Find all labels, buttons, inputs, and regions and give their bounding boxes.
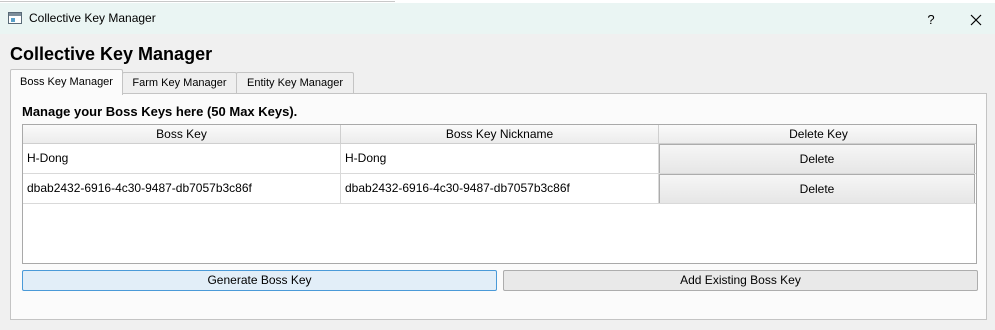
tab-boss-key-manager[interactable]: Boss Key Manager xyxy=(10,69,123,95)
nickname-cell[interactable]: dbab2432-6916-4c30-9487-db7057b3c86f xyxy=(341,174,659,204)
delete-cell: Delete xyxy=(659,144,976,174)
help-button[interactable]: ? xyxy=(918,6,944,34)
title-bar: Collective Key Manager ? xyxy=(0,3,995,34)
table-header: Boss Key Boss Key Nickname Delete Key xyxy=(23,125,976,144)
close-button[interactable] xyxy=(960,6,992,34)
boss-key-panel: Manage your Boss Keys here (50 Max Keys)… xyxy=(10,93,987,320)
tab-entity-key-manager[interactable]: Entity Key Manager xyxy=(236,72,354,94)
delete-button[interactable]: Delete xyxy=(659,174,975,203)
app-window-icon xyxy=(8,12,22,24)
panel-title: Manage your Boss Keys here (50 Max Keys)… xyxy=(22,104,298,119)
table-row[interactable]: H-Dong H-Dong Delete xyxy=(23,144,976,174)
column-header-delete-key[interactable]: Delete Key xyxy=(659,125,976,144)
close-icon xyxy=(970,14,982,26)
column-header-nickname[interactable]: Boss Key Nickname xyxy=(341,125,659,144)
boss-key-cell[interactable]: dbab2432-6916-4c30-9487-db7057b3c86f xyxy=(23,174,341,204)
add-existing-boss-key-button[interactable]: Add Existing Boss Key xyxy=(503,270,978,291)
page-heading: Collective Key Manager xyxy=(10,44,213,64)
window-title: Collective Key Manager xyxy=(29,11,156,25)
delete-button[interactable]: Delete xyxy=(659,144,975,173)
nickname-cell[interactable]: H-Dong xyxy=(341,144,659,174)
boss-key-cell[interactable]: H-Dong xyxy=(23,144,341,174)
boss-key-table: Boss Key Boss Key Nickname Delete Key H-… xyxy=(22,124,977,264)
column-header-boss-key[interactable]: Boss Key xyxy=(23,125,341,144)
delete-cell: Delete xyxy=(659,174,976,204)
tab-farm-key-manager[interactable]: Farm Key Manager xyxy=(122,72,237,94)
table-row[interactable]: dbab2432-6916-4c30-9487-db7057b3c86f dba… xyxy=(23,174,976,204)
generate-boss-key-button[interactable]: Generate Boss Key xyxy=(22,270,497,291)
